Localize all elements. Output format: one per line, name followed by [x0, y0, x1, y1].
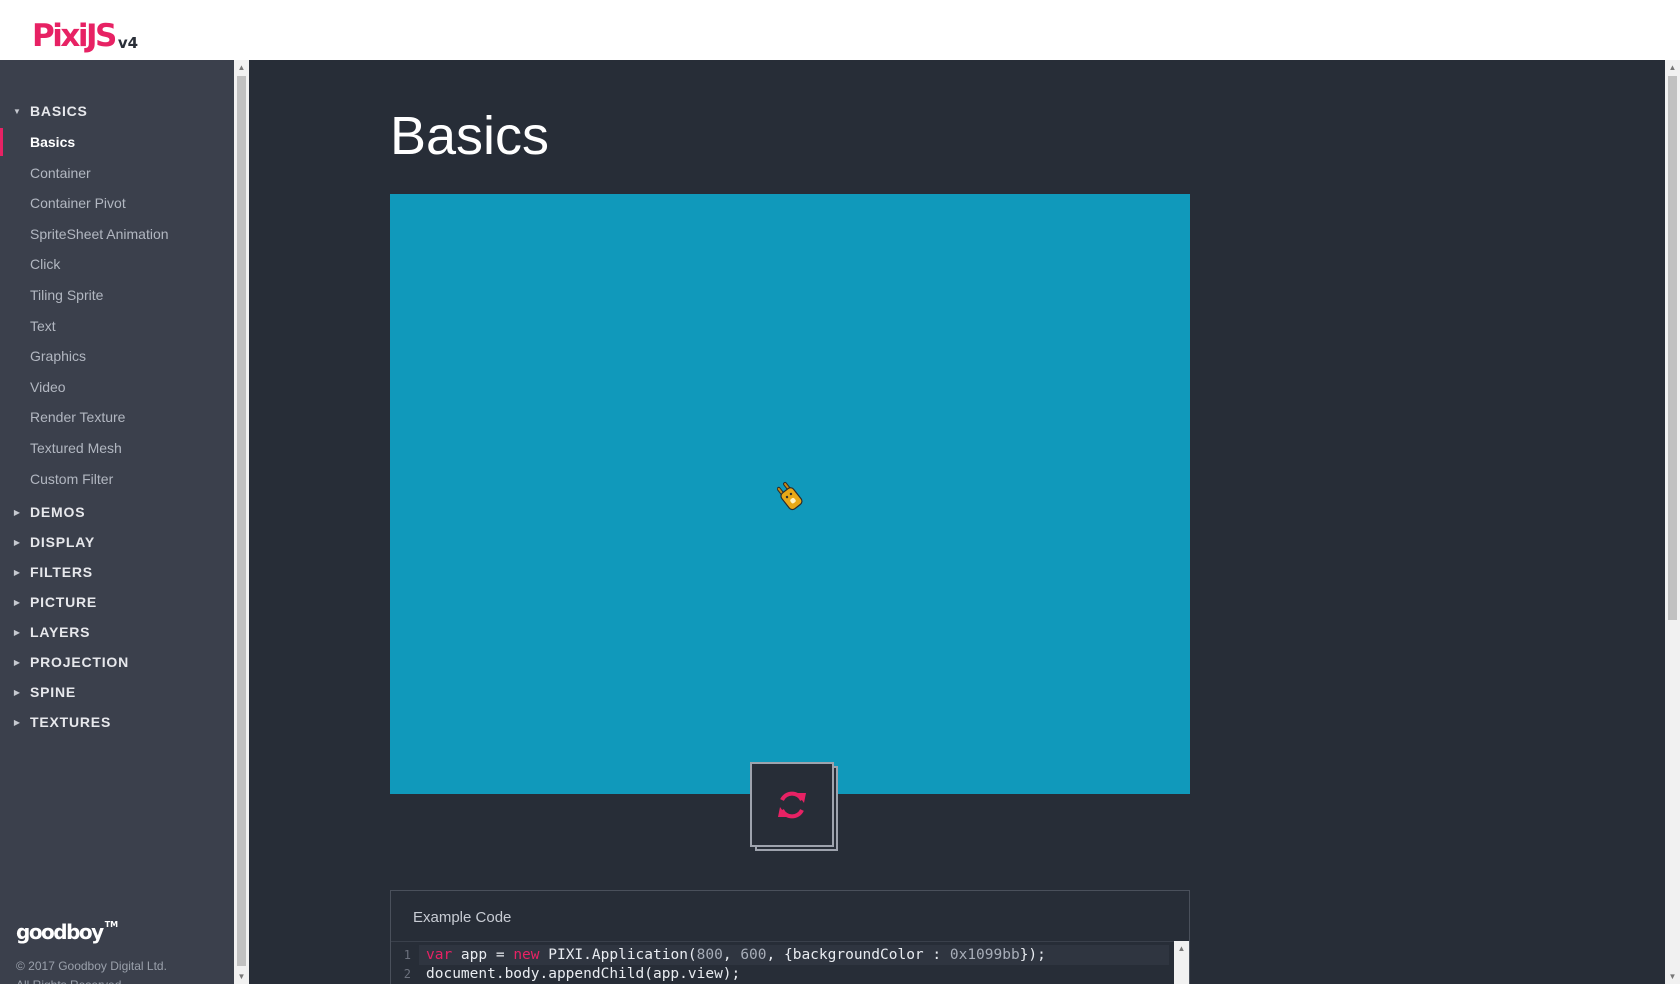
- sidebar-item-basics[interactable]: Basics: [0, 128, 234, 156]
- copyright: © 2017 Goodboy Digital Ltd. All Rights R…: [16, 957, 216, 984]
- logo-text: PixiJS: [32, 18, 117, 54]
- page-title: Basics: [390, 106, 550, 166]
- sidebar-section-label: TEXTURES: [30, 714, 112, 730]
- code-token: , {backgroundColor :: [766, 947, 950, 963]
- code-token: 800: [696, 947, 723, 963]
- scroll-down-arrow-icon[interactable]: ▼: [234, 969, 249, 984]
- code-token: app =: [452, 947, 514, 963]
- top-header: PixiJS v4: [0, 0, 1680, 60]
- sidebar-item-container-pivot[interactable]: Container Pivot: [0, 189, 234, 217]
- sidebar-item-custom-filter[interactable]: Custom Filter: [0, 465, 234, 493]
- sidebar-item-graphics[interactable]: Graphics: [0, 342, 234, 370]
- bunny-sprite: [777, 481, 803, 511]
- sidebar-section-demos[interactable]: ▶ DEMOS: [0, 500, 234, 524]
- page-scroll-down-icon[interactable]: ▼: [1665, 969, 1680, 984]
- sidebar-section-label: BASICS: [30, 103, 88, 119]
- code-line: 2 document.body.appendChild(app.view);: [391, 964, 741, 984]
- sidebar-item-tiling-sprite[interactable]: Tiling Sprite: [0, 281, 234, 309]
- goodboy-logo[interactable]: goodboy TM: [16, 920, 118, 944]
- code-token: document.body.appendChild(app.view);: [426, 966, 741, 982]
- brand-trademark: TM: [104, 920, 119, 929]
- caret-right-icon: ▶: [13, 597, 21, 607]
- sidebar-section-label: SPINE: [30, 684, 77, 700]
- sidebar-section-projection[interactable]: ▶ PROJECTION: [0, 650, 234, 674]
- sidebar-item-render-texture[interactable]: Render Texture: [0, 403, 234, 431]
- page-scroll-up-icon[interactable]: ▲: [1665, 60, 1680, 75]
- page-scrollbar[interactable]: ▲ ▼: [1665, 60, 1680, 984]
- sidebar: ▼ BASICS ▶ DEMOS ▶ DISPLAY ▶ FILTERS ▶ PICTURE ▶ LA…: [0, 60, 234, 984]
- code-token: PIXI.Application(: [539, 947, 697, 963]
- sidebar-section-basics[interactable]: ▼ BASICS: [0, 99, 234, 123]
- code-token: 600: [740, 947, 767, 963]
- sidebar-item-textured-mesh[interactable]: Textured Mesh: [0, 434, 234, 462]
- code-token: ,: [722, 947, 741, 963]
- caret-right-icon: ▶: [13, 627, 21, 637]
- sidebar-scroll-thumb[interactable]: [237, 76, 246, 966]
- sidebar-section-layers[interactable]: ▶ LAYERS: [0, 620, 234, 644]
- caret-right-icon: ▶: [13, 507, 21, 517]
- caret-right-icon: ▶: [13, 567, 21, 577]
- sidebar-section-label: DEMOS: [30, 504, 86, 520]
- code-scroll-up-icon[interactable]: ▲: [1174, 941, 1189, 956]
- code-token: var: [426, 947, 453, 963]
- sidebar-item-video[interactable]: Video: [0, 373, 234, 401]
- brand-text: goodboy: [16, 920, 104, 944]
- line-code: var app = new PIXI.Application(800, 600,…: [419, 945, 1169, 965]
- code-panel-title: Example Code: [413, 909, 512, 926]
- sidebar-section-textures[interactable]: ▶ TEXTURES: [0, 710, 234, 734]
- line-code: document.body.appendChild(app.view);: [419, 964, 740, 984]
- sidebar-section-filters[interactable]: ▶ FILTERS: [0, 560, 234, 584]
- sidebar-item-container[interactable]: Container: [0, 159, 234, 187]
- sidebar-section-label: FILTERS: [30, 564, 93, 580]
- code-editor[interactable]: 1 var app = new PIXI.Application(800, 600…: [391, 941, 1189, 984]
- sidebar-section-spine[interactable]: ▶ SPINE: [0, 680, 234, 704]
- sidebar-item-text[interactable]: Text: [0, 312, 234, 340]
- code-token: });: [1019, 947, 1046, 963]
- page-scroll-thumb[interactable]: [1668, 76, 1677, 620]
- code-token: new: [513, 947, 540, 963]
- sidebar-section-label: PROJECTION: [30, 654, 130, 670]
- sidebar-item-spritesheet-animation[interactable]: SpriteSheet Animation: [0, 220, 234, 248]
- copyright-line-1: © 2017 Goodboy Digital Ltd.: [16, 959, 167, 973]
- line-number: 1: [403, 948, 411, 962]
- code-line: 1 var app = new PIXI.Application(800, 600…: [391, 945, 1169, 965]
- code-token: 0x1099bb: [949, 947, 1020, 963]
- scroll-up-arrow-icon[interactable]: ▲: [234, 60, 249, 75]
- caret-right-icon: ▶: [13, 717, 21, 727]
- sidebar-section-picture[interactable]: ▶ PICTURE: [0, 590, 234, 614]
- line-number: 2: [403, 967, 411, 981]
- sidebar-section-label: PICTURE: [30, 594, 98, 610]
- caret-down-icon: ▼: [13, 106, 21, 116]
- example-code-panel: Example Code 1 var app = new PIXI.Applica…: [390, 890, 1190, 984]
- copyright-line-2: All Rights Reserved.: [16, 976, 216, 984]
- code-scrollbar[interactable]: ▲: [1174, 941, 1189, 984]
- refresh-icon: [778, 791, 806, 818]
- sidebar-item-click[interactable]: Click: [0, 250, 234, 278]
- caret-right-icon: ▶: [13, 657, 21, 667]
- reload-button[interactable]: [750, 762, 834, 847]
- logo-version: v4: [117, 34, 139, 52]
- sidebar-section-display[interactable]: ▶ DISPLAY: [0, 530, 234, 554]
- sidebar-scrollbar[interactable]: ▲ ▼: [234, 60, 249, 984]
- sidebar-section-label: LAYERS: [30, 624, 91, 640]
- caret-right-icon: ▶: [13, 687, 21, 697]
- pixijs-logo[interactable]: PixiJS v4: [32, 12, 138, 52]
- sidebar-section-label: DISPLAY: [30, 534, 95, 550]
- caret-right-icon: ▶: [13, 537, 21, 547]
